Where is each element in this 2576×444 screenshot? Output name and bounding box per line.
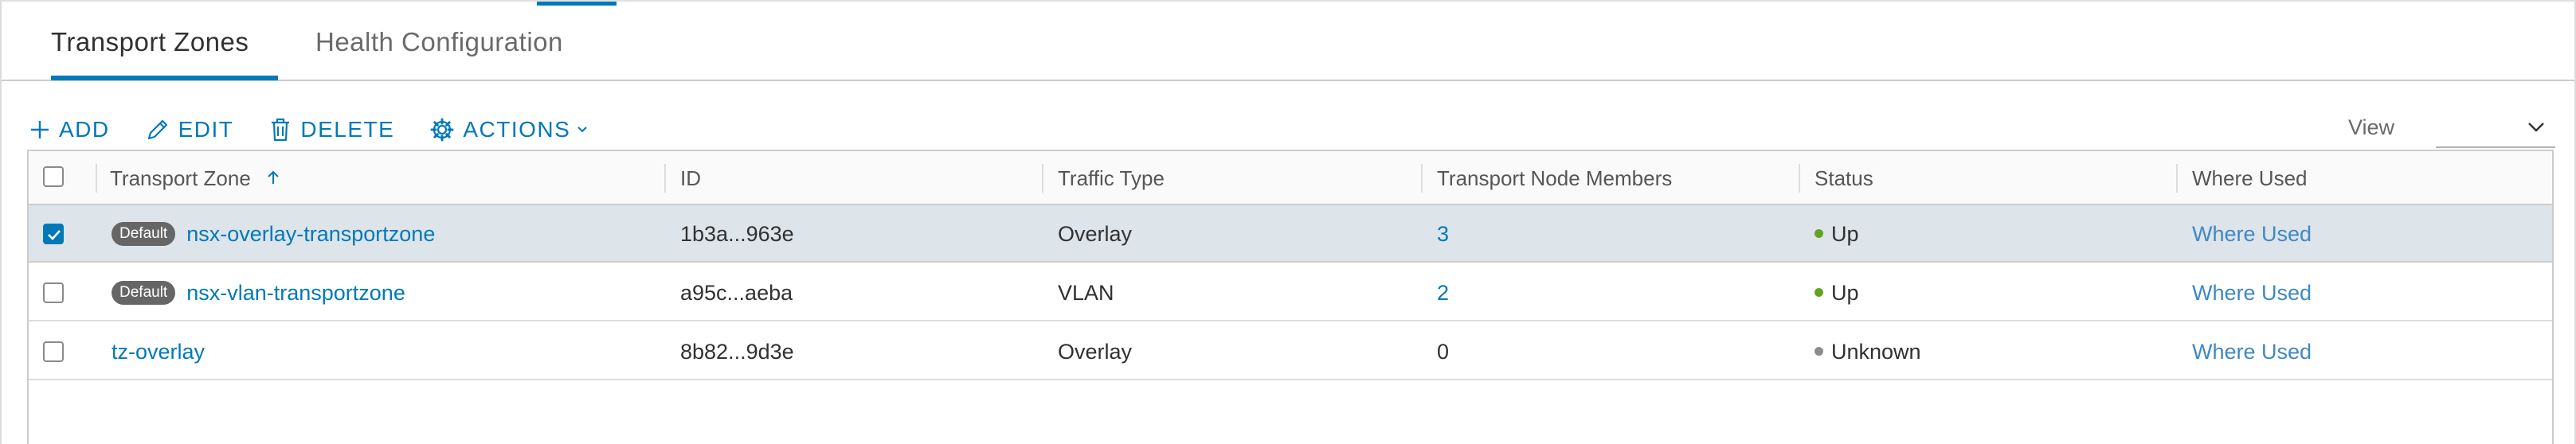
traffic-type-cell: Overlay [1058,222,1133,246]
traffic-type-cell: VLAN [1058,281,1114,305]
row-checkbox[interactable] [43,224,64,244]
status-cell: Up [1815,264,1859,321]
view-label: View [2348,115,2395,139]
plus-icon [31,121,49,138]
where-used-link[interactable]: Where Used [2192,205,2312,263]
column-header-label: Transport Zone [110,166,251,190]
trash-icon [272,118,290,142]
chevron-down-icon [577,127,588,133]
gear-icon [430,118,454,142]
id-cell: 8b82...9d3e [680,340,794,364]
column-header-id[interactable]: ID [680,151,701,205]
tab-transport-zones[interactable]: Transport Zones [51,27,249,57]
column-separator [96,164,97,193]
column-separator [1421,164,1423,193]
transport-node-members-link[interactable]: 3 [1437,205,1449,263]
transport-zone-link[interactable]: nsx-overlay-transportzone [186,222,435,246]
transport-zones-table: Transport Zone ID Traffic Type Transport… [27,150,2554,444]
column-header-traffic-type[interactable]: Traffic Type [1058,151,1165,205]
status-label: Up [1831,222,1859,246]
status-label: Up [1831,281,1859,305]
column-separator [2176,164,2178,193]
default-badge: Default [112,280,176,305]
row-checkbox[interactable] [43,341,64,362]
status-up-icon [1815,229,1823,239]
sort-ascending-icon [268,170,279,185]
status-cell: Unknown [1815,323,1921,380]
transport-zone-link[interactable]: tz-overlay [112,323,205,380]
pencil-icon [147,119,167,140]
status-label: Unknown [1831,340,1921,364]
edit-button[interactable]: EDIT [145,117,234,142]
actions-label: ACTIONS [463,117,571,142]
status-cell: Up [1815,205,1859,263]
delete-label: DELETE [300,117,395,142]
tab-health-configuration[interactable]: Health Configuration [315,27,563,57]
column-separator [1799,164,1800,193]
column-header-transport-node-members[interactable]: Transport Node Members [1437,151,1672,205]
transport-zone-cell: Default nsx-overlay-transportzone [112,205,435,263]
actions-button[interactable]: ACTIONS [429,117,588,142]
traffic-type-cell: Overlay [1058,340,1133,364]
column-header-where-used[interactable]: Where Used [2192,151,2308,205]
status-unknown-icon [1815,347,1823,356]
table-header: Transport Zone ID Traffic Type Transport… [29,151,2552,205]
column-separator [1042,164,1043,193]
row-checkbox[interactable] [43,282,64,303]
table-row[interactable]: Default nsx-overlay-transportzone 1b3a...… [29,205,2552,263]
where-used-link[interactable]: Where Used [2192,323,2312,380]
column-header-status[interactable]: Status [1815,151,1873,205]
id-cell: 1b3a...963e [680,222,794,246]
view-select[interactable] [2436,111,2555,148]
select-all-checkbox[interactable] [43,166,64,187]
add-button[interactable]: ADD [29,117,110,142]
where-used-link[interactable]: Where Used [2192,264,2312,321]
transport-zones-panel: Transport Zones Health Configuration ADD… [0,0,2576,444]
column-header-transport-zone[interactable]: Transport Zone [110,151,280,205]
checkmark-icon [48,230,61,240]
delete-button[interactable]: DELETE [268,117,394,142]
transport-zone-link[interactable]: nsx-vlan-transportzone [186,281,405,305]
status-up-icon [1815,288,1823,298]
transport-node-members-link[interactable]: 2 [1437,264,1449,321]
table-row[interactable]: Default nsx-vlan-transportzone a95c...aeb… [29,264,2552,321]
transport-zone-cell: Default nsx-vlan-transportzone [112,264,405,321]
toolbar: ADD EDIT DELETE ACTIONS [29,111,623,148]
add-label: ADD [59,117,110,142]
tab-bar: Transport Zones Health Configuration [2,2,2574,81]
column-separator [664,164,666,193]
active-tab-indicator [51,76,278,80]
id-cell: a95c...aeba [680,281,793,305]
table-row[interactable]: tz-overlay 8b82...9d3e Overlay 0 Unknown… [29,323,2552,380]
chevron-down-icon [2528,123,2544,132]
transport-node-members-value: 0 [1437,340,1450,364]
default-badge: Default [112,221,176,246]
edit-label: EDIT [178,117,234,142]
